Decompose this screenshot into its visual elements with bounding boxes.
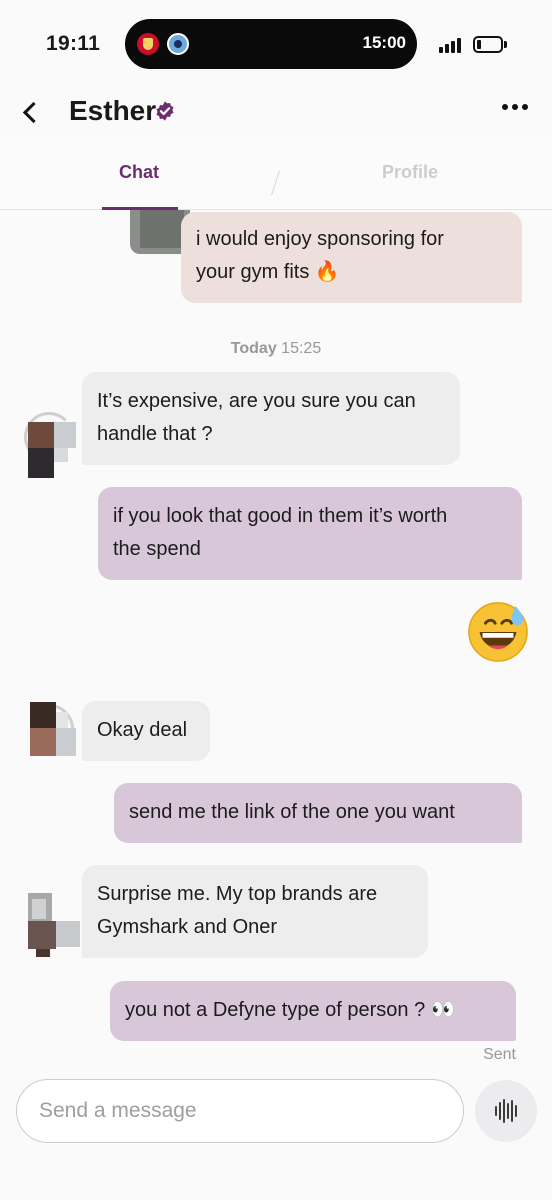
live-activity-time: 15:00 (362, 33, 406, 52)
tab-divider (271, 170, 280, 196)
message-composer[interactable] (16, 1079, 464, 1143)
message-bubble-outgoing[interactable]: i would enjoy sponsoring for your gym fi… (181, 212, 522, 303)
more-options-button[interactable] (502, 104, 532, 114)
message-bubble-incoming[interactable]: Surprise me. My top brands are Gymshark … (82, 865, 428, 958)
battery-icon (473, 36, 503, 53)
message-text: your gym fits 🔥 (196, 261, 340, 283)
message-bubble-incoming[interactable]: It’s expensive, are you sure you can han… (82, 372, 460, 465)
voice-waveform-icon (495, 1106, 497, 1116)
date-time: 15:25 (281, 340, 322, 357)
message-text: if you look that good in them it’s worth (113, 505, 448, 527)
signal-icon (439, 37, 465, 53)
battery-cap (504, 41, 507, 48)
date-separator: Today 15:25 (0, 340, 552, 358)
message-text: handle that ? (97, 423, 213, 445)
voice-message-button[interactable] (475, 1080, 537, 1142)
tab-profile[interactable]: Profile (382, 162, 438, 183)
delivery-status: Sent (483, 1046, 516, 1063)
message-bubble-outgoing[interactable]: you not a Defyne type of person ? 👀 (110, 981, 516, 1041)
message-text: i would enjoy sponsoring for (196, 228, 444, 250)
message-bubble-outgoing[interactable]: if you look that good in them it’s worth… (98, 487, 522, 580)
club-crest-icon (167, 33, 189, 55)
message-text: send me the link of the one you want (129, 801, 455, 823)
message-bubble-outgoing[interactable]: send me the link of the one you want (114, 783, 522, 843)
status-time: 19:11 (46, 32, 101, 55)
contact-name[interactable]: Esther (69, 95, 156, 127)
date-day: Today (230, 340, 277, 357)
chat-screen: 19:11 15:00 Esther Chat Profile i would … (0, 0, 552, 1200)
tab-chat[interactable]: Chat (119, 162, 159, 183)
contact-avatar[interactable] (22, 702, 76, 756)
tab-bar: Chat Profile (0, 140, 552, 210)
back-button[interactable] (14, 96, 46, 128)
message-text: you not a Defyne type of person ? 👀 (125, 999, 456, 1021)
message-text: Gymshark and Oner (97, 916, 278, 938)
message-text: It’s expensive, are you sure you can (97, 390, 416, 412)
grinning-sweat-emoji[interactable] (467, 600, 529, 662)
contact-avatar[interactable] (26, 893, 80, 957)
club-crest-icon (137, 33, 159, 55)
verified-badge-icon (156, 101, 174, 121)
message-text: the spend (113, 538, 201, 560)
message-text: Surprise me. My top brands are (97, 883, 378, 905)
dynamic-island[interactable]: 15:00 (125, 19, 417, 69)
message-text: Okay deal (97, 719, 188, 741)
message-bubble-incoming[interactable]: Okay deal (82, 701, 210, 761)
message-input[interactable] (39, 1096, 439, 1126)
contact-avatar[interactable] (22, 412, 76, 478)
